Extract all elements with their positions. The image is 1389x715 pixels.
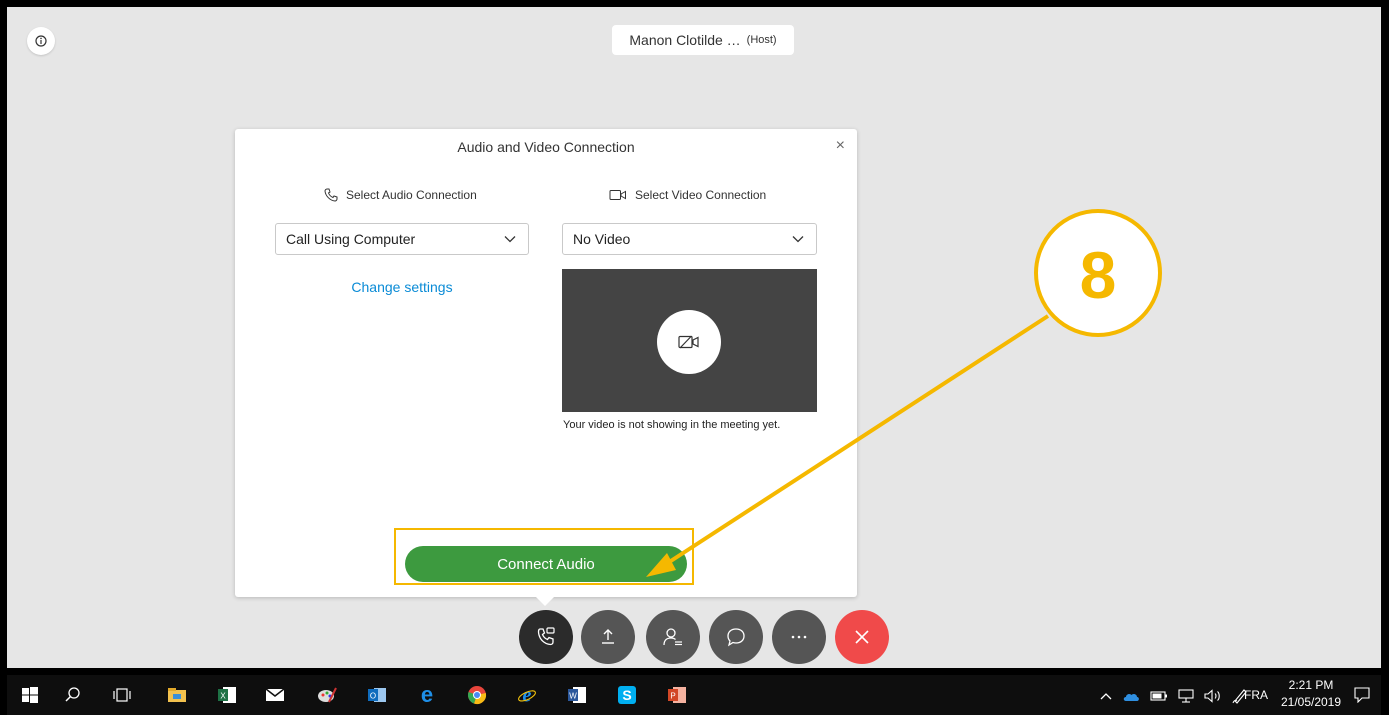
svg-text:W: W — [569, 692, 577, 701]
windows-taskbar: X O e e W S P FRA 2:21 PM 21/05/2019 — [7, 675, 1381, 715]
chevron-down-icon — [792, 236, 804, 243]
paint-button[interactable] — [317, 685, 337, 705]
paint-icon — [318, 687, 337, 703]
svg-text:e: e — [421, 685, 433, 705]
host-tag: (Host) — [746, 34, 777, 46]
video-preview-note: Your video is not showing in the meeting… — [563, 419, 781, 431]
camera-off-icon — [678, 335, 699, 349]
svg-text:P: P — [670, 692, 675, 701]
audio-select-value: Call Using Computer — [286, 231, 416, 247]
chevron-down-icon — [504, 236, 516, 243]
start-button[interactable] — [20, 685, 40, 705]
task-view-button[interactable] — [112, 685, 132, 705]
chrome-icon — [467, 686, 487, 705]
participants-button[interactable] — [646, 610, 700, 664]
participants-icon — [663, 628, 682, 646]
meeting-window: Manon Clotilde … (Host) Audio and Video … — [7, 7, 1381, 668]
file-explorer-button[interactable] — [167, 685, 187, 705]
video-camera-icon — [609, 190, 626, 200]
close-button[interactable]: × — [836, 137, 845, 155]
edge-icon: e — [421, 685, 433, 705]
volume-icon[interactable] — [1204, 689, 1222, 703]
audio-video-dialog: Audio and Video Connection × Select Audi… — [235, 129, 857, 597]
camera-off-button[interactable] — [657, 310, 721, 374]
video-heading: Select Video Connection — [609, 188, 766, 202]
internet-explorer-button[interactable]: e — [517, 685, 537, 705]
internet-explorer-icon: e — [518, 685, 536, 705]
network-icon[interactable] — [1178, 689, 1194, 703]
search-button[interactable] — [63, 685, 83, 705]
meeting-controls — [7, 610, 1381, 666]
onedrive-icon[interactable] — [1122, 690, 1140, 702]
skype-button[interactable]: S — [617, 685, 637, 705]
powerpoint-button[interactable]: P — [667, 685, 687, 705]
powerpoint-icon: P — [668, 687, 686, 703]
excel-icon: X — [218, 687, 236, 703]
more-button[interactable] — [772, 610, 826, 664]
dialog-title: Audio and Video Connection — [457, 139, 635, 155]
change-settings-link[interactable]: Change settings — [275, 279, 529, 295]
share-button[interactable] — [581, 610, 635, 664]
video-connection-select[interactable]: No Video — [562, 223, 817, 255]
notifications-button[interactable] — [1352, 685, 1372, 705]
more-icon — [791, 635, 807, 639]
audio-connection-select[interactable]: Call Using Computer — [275, 223, 529, 255]
chat-button[interactable] — [709, 610, 763, 664]
notification-icon — [1354, 687, 1370, 703]
chrome-button[interactable] — [467, 685, 487, 705]
mail-icon — [265, 688, 285, 701]
host-name-label: Manon Clotilde … (Host) — [612, 25, 794, 55]
info-button[interactable] — [27, 27, 55, 55]
host-name: Manon Clotilde … — [629, 32, 741, 48]
outlook-button[interactable]: O — [367, 685, 387, 705]
audio-heading: Select Audio Connection — [324, 188, 477, 202]
file-explorer-icon — [168, 688, 186, 702]
taskbar-time[interactable]: 2:21 PM — [1276, 678, 1346, 692]
battery-icon[interactable] — [1150, 690, 1168, 702]
start-icon — [22, 687, 38, 703]
video-select-value: No Video — [573, 231, 631, 247]
phone-icon — [324, 188, 338, 202]
system-tray — [1100, 688, 1248, 704]
word-icon: W — [568, 687, 586, 703]
skype-icon: S — [618, 686, 636, 704]
audio-heading-label: Select Audio Connection — [346, 188, 477, 202]
share-icon — [602, 629, 614, 644]
dialog-pointer — [536, 597, 554, 606]
audio-connection-button[interactable] — [519, 610, 573, 664]
leave-button[interactable] — [835, 610, 889, 664]
task-view-icon — [113, 688, 131, 702]
svg-text:S: S — [622, 687, 631, 703]
video-preview — [562, 269, 817, 412]
svg-text:e: e — [523, 685, 532, 705]
word-button[interactable]: W — [567, 685, 587, 705]
search-icon — [65, 687, 80, 702]
svg-text:X: X — [220, 692, 226, 701]
svg-text:O: O — [370, 692, 376, 701]
outlook-icon: O — [368, 688, 386, 702]
mail-button[interactable] — [265, 685, 285, 705]
chat-icon — [727, 628, 745, 647]
chevron-up-icon[interactable] — [1100, 692, 1112, 700]
video-heading-label: Select Video Connection — [635, 188, 767, 202]
audio-connection-icon — [537, 627, 555, 646]
edge-button[interactable]: e — [417, 685, 437, 705]
language-indicator[interactable]: FRA — [1244, 688, 1268, 702]
excel-button[interactable]: X — [217, 685, 237, 705]
info-icon — [35, 35, 47, 47]
connect-audio-button[interactable]: Connect Audio — [405, 546, 687, 582]
taskbar-date[interactable]: 21/05/2019 — [1276, 695, 1346, 709]
leave-icon — [855, 630, 869, 644]
